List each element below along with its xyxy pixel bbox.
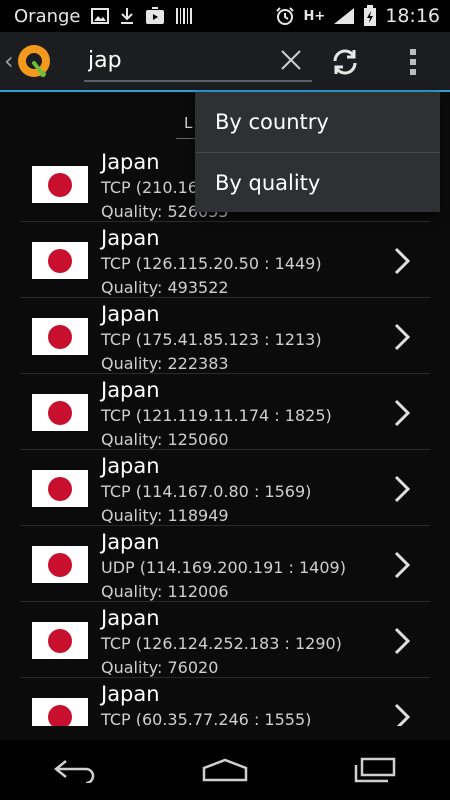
server-country: Japan	[101, 530, 160, 554]
japan-flag-icon	[32, 546, 88, 583]
server-country: Japan	[101, 454, 160, 478]
server-quality: Quality: 222383	[101, 354, 229, 373]
server-protocol: TCP (210.16	[101, 178, 198, 197]
alarm-icon	[275, 6, 295, 26]
signal-icon	[333, 7, 355, 25]
refresh-button[interactable]	[325, 42, 365, 82]
server-protocol: TCP (121.119.11.174 : 1825)	[101, 406, 332, 425]
japan-flag-icon	[32, 242, 88, 279]
server-row-2[interactable]: Japan TCP (126.115.20.50 : 1449) Quality…	[20, 222, 430, 298]
back-icon	[53, 760, 95, 783]
server-country: Japan	[101, 378, 160, 402]
carrier-name: Orange	[14, 5, 81, 27]
chevron-right-icon	[394, 475, 411, 503]
status-right: H+ 18:16	[275, 5, 450, 27]
clock: 18:16	[385, 5, 440, 27]
status-left: Orange	[0, 6, 193, 27]
server-quality: Quality: 493522	[101, 278, 229, 297]
japan-flag-icon	[32, 470, 88, 507]
back-button[interactable]	[45, 750, 105, 790]
chevron-right-icon	[394, 399, 411, 427]
server-quality: Quality: 76020	[101, 658, 219, 677]
server-country: Japan	[101, 150, 160, 174]
server-protocol: TCP (114.167.0.80 : 1569)	[101, 482, 312, 501]
search-field	[84, 40, 312, 82]
server-row-3[interactable]: Japan TCP (175.41.85.123 : 1213) Quality…	[20, 298, 430, 374]
japan-flag-icon	[32, 622, 88, 659]
refresh-icon	[333, 49, 357, 75]
download-icon	[119, 7, 135, 25]
server-quality: Quality: 125060	[101, 430, 229, 449]
server-row-5[interactable]: Japan TCP (114.167.0.80 : 1569) Quality:…	[20, 450, 430, 526]
server-quality: Quality: 118949	[101, 506, 229, 525]
server-country: Japan	[101, 302, 160, 326]
network-type: H+	[303, 8, 326, 24]
server-country: Japan	[101, 682, 160, 706]
recent-apps-button[interactable]	[345, 750, 405, 790]
navigation-bar	[0, 740, 450, 800]
image-notification-icon	[90, 8, 109, 24]
japan-flag-icon	[32, 318, 88, 355]
recent-apps-icon	[354, 757, 396, 783]
screen: Orange H+ 18:16 ‹ jap L Japan TCP (210.1…	[0, 0, 450, 800]
search-input[interactable]	[84, 47, 262, 73]
japan-flag-icon	[32, 698, 88, 726]
home-icon	[202, 758, 248, 782]
app-logo-icon[interactable]	[16, 43, 52, 79]
server-protocol: TCP (175.41.85.123 : 1213)	[101, 330, 322, 349]
home-button[interactable]	[195, 750, 255, 790]
sort-dropdown-menu: By country By quality	[195, 92, 440, 212]
server-protocol: UDP (114.169.200.191 : 1409)	[101, 558, 346, 577]
chevron-right-icon	[394, 551, 411, 579]
close-icon	[281, 50, 301, 70]
server-protocol: TCP (126.115.20.50 : 1449)	[101, 254, 322, 273]
chevron-right-icon	[394, 247, 411, 275]
server-row-8[interactable]: Japan TCP (60.35.77.246 : 1555)	[20, 678, 430, 726]
server-row-6[interactable]: Japan UDP (114.169.200.191 : 1409) Quali…	[20, 526, 430, 602]
play-store-icon	[145, 7, 165, 25]
japan-flag-icon	[32, 394, 88, 431]
server-list: Japan TCP (210.16 Quality: 526055 Japan …	[20, 146, 430, 726]
status-bar: Orange H+ 18:16	[0, 0, 450, 32]
menu-item-by-quality[interactable]: By quality	[195, 152, 440, 213]
server-row-4[interactable]: Japan TCP (121.119.11.174 : 1825) Qualit…	[20, 374, 430, 450]
server-protocol: TCP (126.124.252.183 : 1290)	[101, 634, 342, 653]
menu-item-by-country[interactable]: By country	[195, 92, 440, 152]
action-bar: ‹	[0, 32, 450, 92]
battery-icon	[363, 5, 377, 27]
chevron-right-icon	[394, 323, 411, 351]
barcode-icon	[175, 7, 193, 25]
server-country: Japan	[101, 226, 160, 250]
up-caret-icon[interactable]: ‹	[4, 49, 14, 73]
overflow-menu-button[interactable]	[398, 42, 428, 82]
sort-selector-label: L	[184, 114, 193, 132]
clear-search-button[interactable]	[276, 45, 306, 75]
server-row-7[interactable]: Japan TCP (126.124.252.183 : 1290) Quali…	[20, 602, 430, 678]
server-country: Japan	[101, 606, 160, 630]
japan-flag-icon	[32, 166, 88, 203]
chevron-right-icon	[394, 703, 411, 726]
chevron-right-icon	[394, 627, 411, 655]
server-quality: Quality: 112006	[101, 582, 229, 601]
overflow-menu-icon	[410, 49, 416, 75]
server-protocol: TCP (60.35.77.246 : 1555)	[101, 710, 312, 726]
